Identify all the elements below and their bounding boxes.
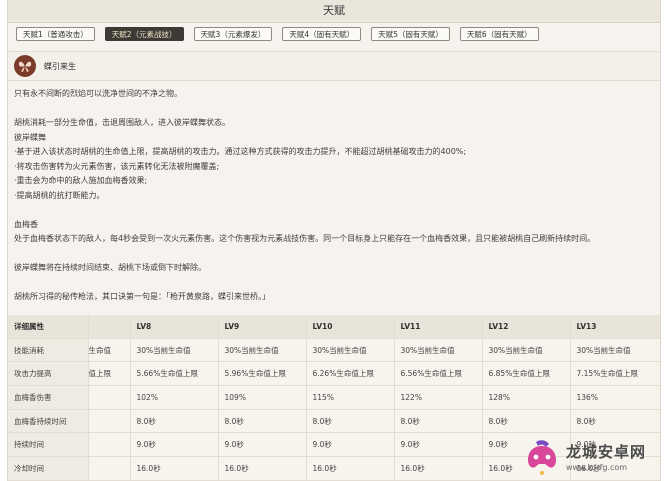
description-line: ·重击会为命中的敌人施加血梅香效果; [14, 176, 148, 185]
description-lore: 胡桃所习得的秘传枪法，其口诀第一句是：「枪开黄泉路，蝶引来世桥。」 [14, 292, 270, 301]
column-header: LV12 [482, 315, 571, 339]
game-controller-logo-icon [522, 436, 562, 476]
skill-header: 蝶引来生 [8, 51, 660, 81]
row-label: 技能消耗 [8, 338, 89, 363]
table-header-row: 详细属性 LV8 LV9 LV10 LV11 LV12 LV13 [8, 315, 660, 339]
table-cell [88, 456, 131, 481]
skill-name: 蝶引来生 [44, 61, 76, 71]
table-cell: 5.66%生命值上限 [130, 361, 219, 387]
description-line: 处于血梅香状态下的敌人，每4秒会受到一次火元素伤害。这个伤害视为元素战技伤害。同… [14, 234, 596, 243]
table-cell: 8.0秒 [570, 409, 660, 434]
table-cell: 16.0秒 [218, 456, 307, 481]
table-cell [88, 432, 131, 458]
column-header: LV13 [570, 315, 660, 339]
column-header: LV9 [218, 315, 307, 339]
row-label: 持续时间 [8, 432, 89, 458]
talent-tabs: 天赋1（普通攻击） 天赋2（元素战技） 天赋3（元素爆发） 天赋4（固有天赋） … [8, 23, 660, 47]
description-subtitle: 血梅香 [14, 219, 38, 229]
description-quote: 只有永不间断的烈焰可以洗净世间的不净之物。 [14, 89, 182, 98]
table-cell: 30%当前生命值 [570, 338, 660, 363]
table-cell: 128% [482, 385, 571, 410]
table-cell: 9.0秒 [218, 432, 307, 458]
table-row: 技能消耗 生命值 30%当前生命值 30%当前生命值 30%当前生命值 30%当… [8, 338, 660, 363]
tab-talent-5[interactable]: 天赋5（固有天赋） [371, 27, 450, 41]
column-header [88, 315, 131, 339]
table-cell [88, 409, 131, 434]
table-row: 血梅香伤害 102% 109% 115% 122% 128% 136% [8, 385, 660, 410]
row-label: 冷却时间 [8, 456, 89, 481]
table-cell: 6.56%生命值上限 [394, 361, 483, 387]
table-cell: 136% [570, 385, 660, 410]
table-cell: 109% [218, 385, 307, 410]
table-cell: 值上限 [88, 361, 131, 387]
table-row: 攻击力提高 值上限 5.66%生命值上限 5.96%生命值上限 6.26%生命值… [8, 361, 660, 387]
table-cell: 30%当前生命值 [306, 338, 395, 363]
tab-talent-1[interactable]: 天赋1（普通攻击） [16, 27, 95, 41]
table-cell: 7.15%生命值上限 [570, 361, 660, 387]
table-row: 血梅香持续时间 8.0秒 8.0秒 8.0秒 8.0秒 8.0秒 8.0秒 [8, 409, 660, 434]
description-line: ·提高胡桃的抗打断能力。 [14, 190, 105, 200]
table-cell: 16.0秒 [130, 456, 219, 481]
description-line: ·将攻击伤害转为火元素伤害，该元素转化无法被附魔覆盖; [14, 161, 220, 171]
table-cell: 16.0秒 [306, 456, 395, 481]
tab-talent-6[interactable]: 天赋6（固有天赋） [459, 27, 539, 41]
row-label: 血梅香持续时间 [8, 409, 89, 434]
talent-panel: 天赋 天赋1（普通攻击） 天赋2（元素战技） 天赋3（元素爆发） 天赋4（固有天… [7, 0, 661, 481]
tab-talent-4[interactable]: 天赋4（固有天赋） [282, 27, 362, 41]
table-cell: 8.0秒 [306, 409, 395, 434]
table-cell: 9.0秒 [306, 432, 395, 458]
table-cell: 8.0秒 [218, 409, 307, 434]
site-watermark: 龙城安卓网 www.lcjrfg.com [522, 434, 664, 478]
column-header: 详细属性 [8, 315, 89, 339]
table-cell: 9.0秒 [130, 432, 219, 458]
table-cell: 6.26%生命值上限 [306, 361, 395, 387]
table-cell: 8.0秒 [130, 409, 219, 434]
row-label: 攻击力提高 [8, 361, 89, 387]
table-cell: 30%当前生命值 [482, 338, 571, 363]
column-header: LV8 [130, 315, 219, 339]
table-cell: 30%当前生命值 [394, 338, 483, 363]
table-cell: 122% [394, 385, 483, 410]
butterfly-icon [14, 55, 36, 77]
description-subtitle: 彼岸蝶舞 [14, 132, 46, 142]
table-cell: 6.85%生命值上限 [482, 361, 571, 387]
table-cell: 102% [130, 385, 219, 410]
tab-talent-3[interactable]: 天赋3（元素爆发） [193, 27, 273, 41]
table-cell [88, 385, 131, 410]
description-line: 彼岸蝶舞将在持续时间结束、胡桃下场或倒下时解除。 [14, 263, 206, 272]
table-cell: 8.0秒 [482, 409, 571, 434]
tab-talent-2[interactable]: 天赋2（元素战技） [104, 27, 184, 41]
panel-title: 天赋 [8, 0, 660, 23]
row-label: 血梅香伤害 [8, 385, 89, 410]
table-cell: 30%当前生命值 [218, 338, 307, 363]
column-header: LV10 [306, 315, 395, 339]
description-line: ·基于进入该状态时胡桃的生命值上限，提高胡桃的攻击力。通过这种方式获得的攻击力提… [14, 147, 467, 156]
column-header: LV11 [394, 315, 483, 339]
description-line: 胡桃消耗一部分生命值，击退周围敌人，进入彼岸蝶舞状态。 [14, 118, 230, 127]
table-cell: 5.96%生命值上限 [218, 361, 307, 387]
table-cell: 115% [306, 385, 395, 410]
skill-description: 只有永不间断的烈焰可以洗净世间的不净之物。 胡桃消耗一部分生命值，击退周围敌人，… [8, 81, 660, 305]
table-cell: 16.0秒 [394, 456, 483, 481]
watermark-url: www.lcjrfg.com [566, 462, 628, 472]
table-cell: 生命值 [88, 338, 131, 363]
table-cell: 8.0秒 [394, 409, 483, 434]
table-cell: 30%当前生命值 [130, 338, 219, 363]
watermark-name: 龙城安卓网 [566, 442, 647, 461]
table-cell: 9.0秒 [394, 432, 483, 458]
